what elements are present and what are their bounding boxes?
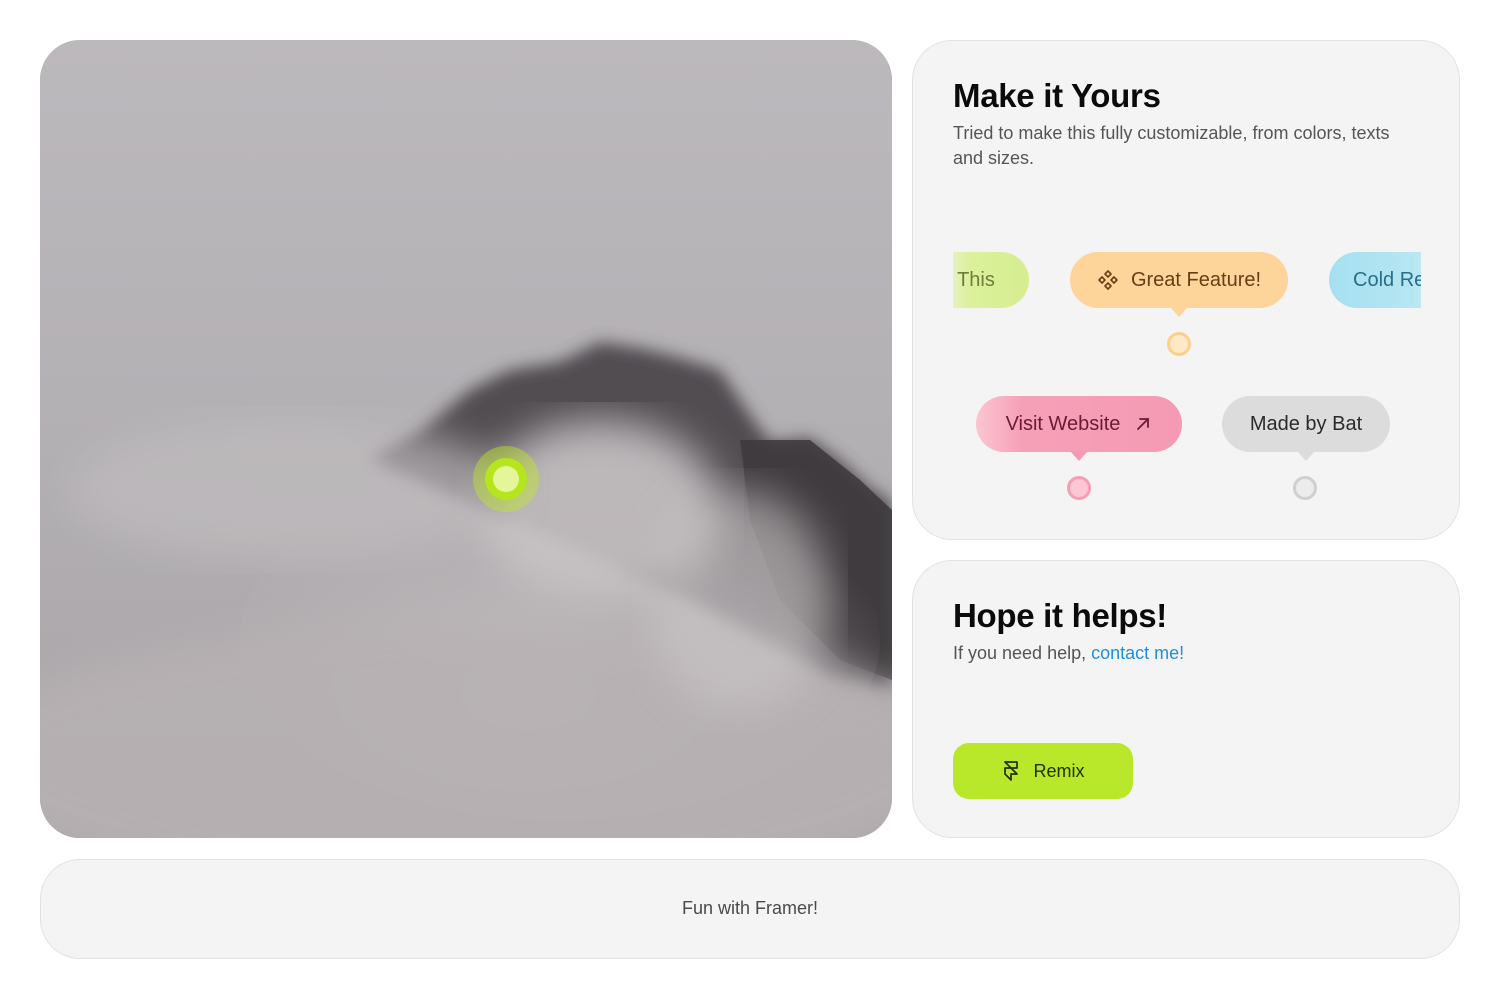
tooltip-great-feature[interactable]: Great Feature! [1070, 252, 1288, 317]
tooltip-anchor-dot-great[interactable] [1167, 332, 1191, 356]
customize-card: Make it Yours Tried to make this fully c… [912, 40, 1460, 540]
arrow-up-right-icon [1134, 415, 1152, 433]
contact-link[interactable]: contact me! [1091, 643, 1184, 663]
tooltip-anchor-dot-madeby[interactable] [1293, 476, 1317, 500]
photo-card [40, 40, 892, 838]
framer-logo-icon [1001, 760, 1021, 782]
tooltip-this-label: This [957, 268, 995, 291]
help-description: If you need help, contact me! [953, 641, 1184, 666]
tooltip-cold-label: Cold Re [1353, 268, 1421, 291]
tooltip-cold[interactable]: Cold Re [1329, 252, 1421, 308]
help-title: Hope it helps! [953, 597, 1167, 634]
visit-website-label: Visit Website [1005, 412, 1121, 435]
tooltip-pointer [1070, 451, 1088, 461]
tooltip-pointer [1297, 451, 1315, 461]
hotspot-marker[interactable] [473, 446, 539, 512]
customize-title: Make it Yours [953, 77, 1161, 114]
framer-component-icon [1097, 269, 1119, 291]
footer-bar: Fun with Framer! [40, 859, 1460, 959]
visit-website-button[interactable]: Visit Website [976, 396, 1182, 461]
hotspot-ring [485, 458, 527, 500]
tooltip-anchor-dot-visit[interactable] [1067, 476, 1091, 500]
remix-button[interactable]: Remix [953, 743, 1133, 799]
customize-description: Tried to make this fully customizable, f… [953, 123, 1390, 168]
footer-text: Fun with Framer! [681, 898, 819, 918]
tooltip-this[interactable]: This [953, 252, 1029, 308]
tooltip-pointer [1170, 307, 1188, 317]
made-by-tooltip[interactable]: Made by Bat [1222, 396, 1390, 461]
tooltip-carousel: This Great Feature! Cold Re [953, 246, 1421, 326]
tooltip-great-feature-label: Great Feature! [1130, 268, 1262, 291]
hotspot-core [493, 466, 519, 492]
mountain-photo [40, 40, 892, 838]
remix-label: Remix [1033, 760, 1085, 781]
help-description-text: If you need help, [953, 643, 1092, 663]
made-by-label: Made by Bat [1249, 412, 1363, 435]
help-card: Hope it helps! If you need help, contact… [912, 560, 1460, 838]
